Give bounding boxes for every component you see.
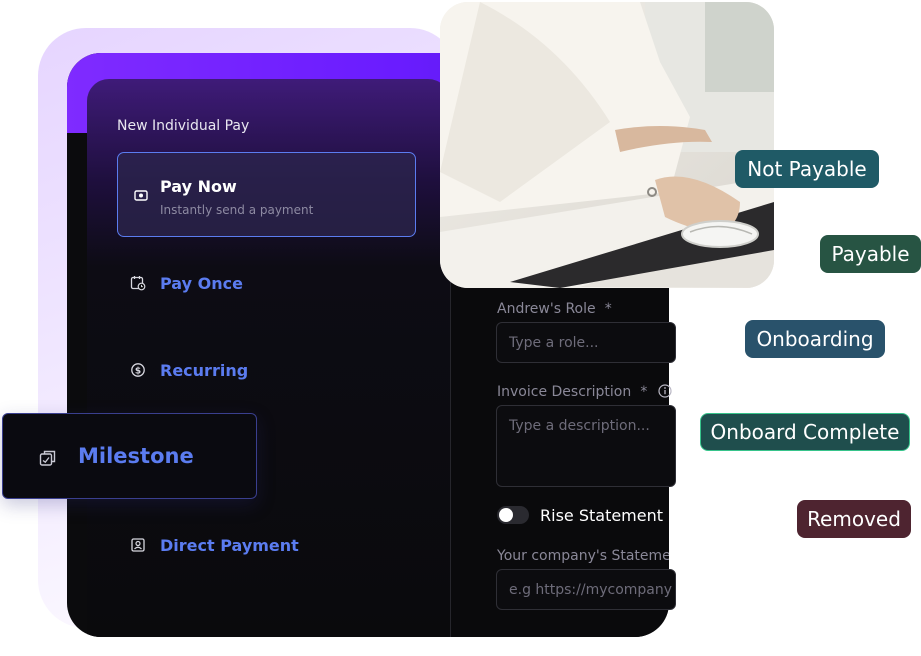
status-badge-onboard-complete: Onboard Complete — [700, 413, 910, 451]
status-badge-payable: Payable — [820, 235, 921, 273]
role-input[interactable]: Type a role... — [496, 322, 676, 363]
role-required-mark: * — [604, 301, 612, 317]
info-icon[interactable] — [658, 384, 673, 398]
toggle-label-clip: Rise Statement o — [540, 506, 669, 528]
direct-payment-label: Direct Payment — [160, 535, 299, 555]
direct-payment-option[interactable]: Direct Payment — [130, 533, 390, 557]
pay-now-subtitle: Instantly send a payment — [160, 203, 314, 217]
description-label: Invoice Description * — [497, 381, 673, 400]
svg-text:$: $ — [135, 366, 141, 376]
description-placeholder: Type a description... — [509, 418, 650, 434]
milestone-label: Milestone — [78, 444, 194, 468]
description-label-text: Invoice Description — [497, 384, 632, 400]
role-label-text: Andrew's Role — [497, 301, 596, 317]
statement-placeholder: e.g https://mycompany — [509, 582, 673, 598]
id-card-icon — [131, 538, 145, 552]
milestone-stack-icon — [39, 450, 56, 466]
calendar-clock-icon — [130, 276, 146, 291]
role-placeholder: Type a role... — [509, 335, 599, 351]
description-textarea[interactable]: Type a description... — [496, 405, 676, 487]
pay-once-option[interactable]: Pay Once — [130, 271, 390, 295]
photo-illustration — [440, 2, 774, 288]
rise-statement-toggle[interactable] — [497, 506, 529, 524]
description-required-mark: * — [640, 384, 648, 400]
workspace-photo — [440, 2, 774, 288]
pay-now-label: Pay Now — [160, 177, 237, 196]
cash-icon — [134, 190, 148, 201]
statement-url-input[interactable]: e.g https://mycompany — [496, 569, 676, 610]
panel-title: New Individual Pay — [117, 118, 250, 134]
recurring-option[interactable]: $ Recurring — [130, 358, 390, 382]
toggle-label: Rise Statement o — [540, 506, 669, 525]
status-badge-onboarding: Onboarding — [745, 320, 885, 358]
statement-label-clip: Your company's Statemen — [497, 545, 669, 565]
recurring-label: Recurring — [160, 360, 249, 380]
dollar-cycle-icon: $ — [131, 363, 145, 377]
status-badge-removed: Removed — [797, 500, 911, 538]
pay-once-label: Pay Once — [160, 273, 243, 293]
toggle-knob — [499, 508, 513, 522]
milestone-option[interactable]: Milestone — [2, 413, 257, 499]
role-label: Andrew's Role * — [497, 298, 612, 317]
status-badge-not-payable: Not Payable — [735, 150, 879, 188]
pay-now-option[interactable]: Pay Now Instantly send a payment — [117, 152, 416, 237]
statement-label: Your company's Statemen — [497, 548, 669, 564]
